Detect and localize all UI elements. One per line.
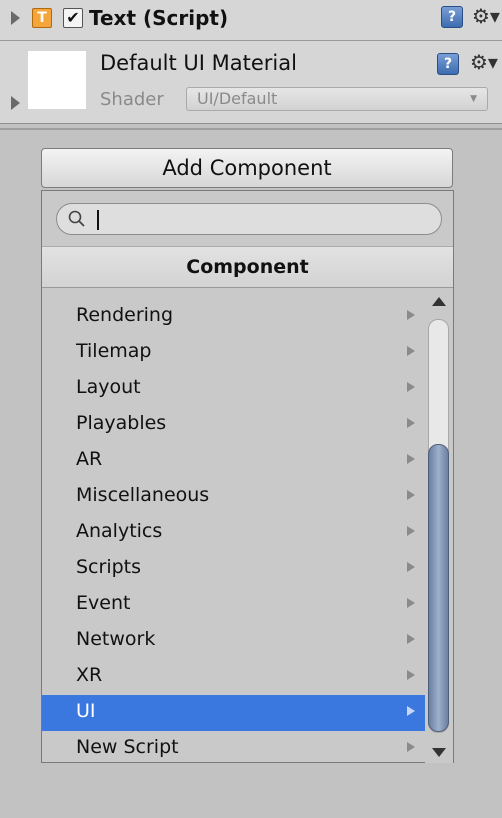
submenu-arrow-icon bbox=[407, 346, 415, 356]
scroll-up-arrow-icon[interactable] bbox=[432, 297, 446, 306]
text-component-icon: T bbox=[32, 8, 52, 28]
list-item[interactable]: Layout bbox=[42, 371, 425, 407]
add-component-button[interactable]: Add Component bbox=[41, 148, 453, 188]
list-item-label: XR bbox=[76, 664, 103, 686]
list-item[interactable]: Scripts bbox=[42, 551, 425, 587]
component-enabled-checkbox[interactable]: ✔ bbox=[63, 8, 83, 28]
material-foldout-icon[interactable] bbox=[11, 96, 20, 110]
submenu-arrow-icon bbox=[407, 382, 415, 392]
submenu-arrow-icon bbox=[407, 418, 415, 428]
search-icon bbox=[68, 210, 85, 227]
list-item-label: Playables bbox=[76, 412, 167, 434]
help-icon[interactable]: ? bbox=[441, 6, 463, 28]
submenu-arrow-icon bbox=[407, 670, 415, 680]
list-item[interactable]: Event bbox=[42, 587, 425, 623]
submenu-arrow-icon bbox=[407, 706, 415, 716]
submenu-arrow-icon bbox=[407, 742, 415, 752]
list-item[interactable]: Playables bbox=[42, 407, 425, 443]
list-item-label: Tilemap bbox=[76, 340, 152, 362]
add-component-popup: Component Rendering Tilemap Layout Playable… bbox=[41, 190, 454, 763]
list-item[interactable]: Network bbox=[42, 623, 425, 659]
search-area bbox=[42, 191, 453, 246]
list-item[interactable]: XR bbox=[42, 659, 425, 695]
submenu-arrow-icon bbox=[407, 562, 415, 572]
list-item[interactable]: Analytics bbox=[42, 515, 425, 551]
list-item[interactable]: Rendering bbox=[42, 299, 425, 335]
list-item[interactable]: AR bbox=[42, 443, 425, 479]
list-item-label: UI bbox=[76, 700, 96, 722]
submenu-arrow-icon bbox=[407, 310, 415, 320]
gear-icon[interactable]: ⚙▾ bbox=[472, 6, 500, 26]
list-item-label: Rendering bbox=[76, 304, 174, 326]
section-divider bbox=[0, 128, 502, 130]
scroll-track[interactable] bbox=[428, 319, 449, 733]
material-section: Default UI Material ? ⚙▾ Shader UI/Defau… bbox=[0, 41, 502, 124]
foldout-arrow-icon[interactable] bbox=[11, 11, 20, 25]
list-item-label: Layout bbox=[76, 376, 141, 398]
list-item[interactable]: Miscellaneous bbox=[42, 479, 425, 515]
list-item-label: New Script bbox=[76, 736, 179, 758]
component-title: Text (Script) bbox=[89, 6, 229, 30]
shader-dropdown-value: UI/Default bbox=[197, 89, 278, 108]
material-preview-thumbnail bbox=[28, 51, 86, 109]
submenu-arrow-icon bbox=[407, 454, 415, 464]
shader-label: Shader bbox=[100, 89, 164, 110]
list-item[interactable]: New Script bbox=[42, 731, 425, 763]
dropdown-caret-icon: ▼ bbox=[470, 94, 477, 104]
component-header: T ✔ Text (Script) ? ⚙▾ bbox=[0, 0, 502, 41]
list-item-label: Miscellaneous bbox=[76, 484, 210, 506]
scroll-thumb[interactable] bbox=[428, 444, 449, 732]
list-item-label: Analytics bbox=[76, 520, 163, 542]
list-item-label: Event bbox=[76, 592, 131, 614]
list-item-label: Scripts bbox=[76, 556, 142, 578]
shader-dropdown[interactable]: UI/Default ▼ bbox=[186, 87, 488, 111]
text-cursor bbox=[97, 210, 99, 230]
list-scrollbar[interactable] bbox=[425, 289, 453, 763]
list-item-label: Network bbox=[76, 628, 156, 650]
list-item[interactable]: Tilemap bbox=[42, 335, 425, 371]
material-gear-icon[interactable]: ⚙▾ bbox=[470, 52, 498, 72]
submenu-arrow-icon bbox=[407, 598, 415, 608]
submenu-arrow-icon bbox=[407, 526, 415, 536]
material-help-icon[interactable]: ? bbox=[437, 53, 459, 75]
submenu-arrow-icon bbox=[407, 634, 415, 644]
material-name: Default UI Material bbox=[100, 51, 297, 75]
search-input[interactable] bbox=[56, 203, 442, 235]
group-header: Component bbox=[42, 246, 453, 288]
scroll-down-arrow-icon[interactable] bbox=[432, 748, 446, 757]
list-item[interactable]: UI bbox=[42, 695, 425, 731]
component-list: Rendering Tilemap Layout Playables AR Miscell… bbox=[42, 289, 425, 763]
submenu-arrow-icon bbox=[407, 490, 415, 500]
list-item-label: AR bbox=[76, 448, 103, 470]
